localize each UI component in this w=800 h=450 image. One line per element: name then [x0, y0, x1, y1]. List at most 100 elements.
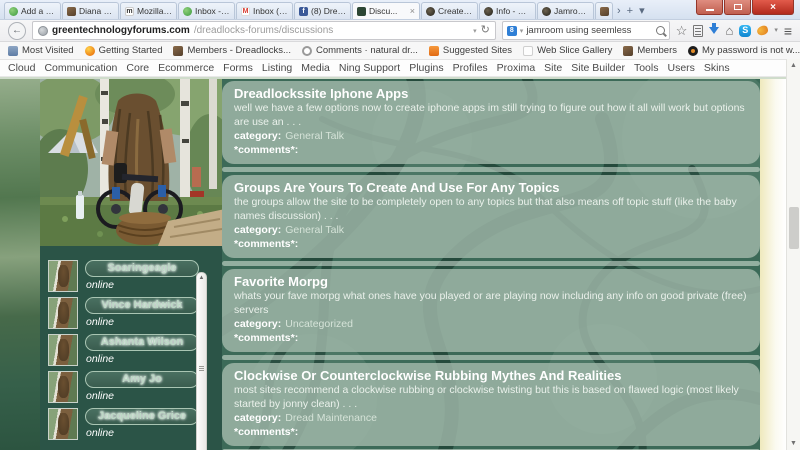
tab-jamroom[interactable]: Jamroom...	[537, 2, 594, 19]
tab-mozilla[interactable]: m Mozilla Fi...	[120, 2, 177, 19]
page-background-left	[0, 79, 40, 450]
tab-label: Jamroom...	[554, 6, 589, 16]
suggested-sites-icon	[428, 45, 439, 56]
soaringeagle-photo[interactable]	[40, 79, 225, 246]
menu-proxima[interactable]: Proxima	[497, 62, 536, 74]
user-avatar[interactable]	[48, 408, 78, 440]
url-dropdown-icon[interactable]: ▾	[473, 27, 477, 35]
menu-users[interactable]: Users	[667, 62, 694, 74]
menu-media[interactable]: Media	[301, 62, 330, 74]
tab-overflow-icon[interactable]: ›	[617, 6, 621, 17]
bookmark-label: Suggested Sites	[442, 45, 513, 56]
new-tab-button[interactable]: +	[627, 6, 633, 17]
all-tabs-icon[interactable]: ▾	[639, 6, 645, 17]
user-name-button[interactable]: Soaringeagle	[85, 260, 199, 277]
user-avatar[interactable]	[48, 334, 78, 366]
menu-skins[interactable]: Skins	[704, 62, 730, 74]
tab-inbox-n[interactable]: Inbox - N...	[178, 2, 235, 19]
scrollbar-grip-icon[interactable]	[199, 366, 204, 367]
menu-site-builder[interactable]: Site Builder	[571, 62, 625, 74]
bookmark-members-dreadlocks[interactable]: Members - Dreadlocks...	[173, 45, 291, 56]
menu-forms[interactable]: Forms	[223, 62, 253, 74]
tab-facebook-dreadlocks[interactable]: f (8) Dread...	[294, 2, 351, 19]
search-engine-caret-icon[interactable]: ▾	[520, 27, 524, 35]
hamburger-menu-icon[interactable]: ≡	[784, 24, 792, 38]
category-value[interactable]: Uncategorized	[285, 318, 353, 330]
bookmark-most-visited[interactable]: Most Visited	[8, 45, 74, 56]
skype-icon[interactable]: S	[739, 24, 752, 37]
photo-favicon-icon	[67, 6, 76, 16]
user-avatar[interactable]	[48, 371, 78, 403]
bookmark-getting-started[interactable]: Getting Started	[84, 45, 162, 56]
menu-core[interactable]: Core	[126, 62, 149, 74]
addon-icon[interactable]	[756, 24, 770, 37]
user-avatar[interactable]	[48, 260, 78, 292]
bookmark-star-icon[interactable]: ☆	[676, 24, 688, 37]
category-value[interactable]: Dread Maintenance	[285, 412, 377, 424]
search-value[interactable]: jamroom using seemless	[526, 25, 652, 36]
search-engine-icon[interactable]: 8	[506, 25, 517, 36]
bookmarks-menu-icon[interactable]	[693, 24, 704, 37]
search-icon[interactable]	[655, 26, 665, 35]
tab-create-n[interactable]: Create N...	[421, 2, 478, 19]
bookmark-members[interactable]: Members	[623, 45, 677, 56]
tab-partial[interactable]	[595, 2, 613, 19]
menu-site[interactable]: Site	[544, 62, 562, 74]
bookmark-my-password[interactable]: My password is not w...	[687, 45, 800, 56]
thread-card-clockwise[interactable]: Clockwise Or Counterclockwise Rubbing My…	[222, 363, 760, 446]
page-scrollbar[interactable]: ▲ ▼	[786, 59, 800, 450]
photo-icon	[623, 45, 634, 56]
bookmarks-bar: Most Visited Getting Started Members - D…	[0, 42, 800, 60]
bookmark-web-slice[interactable]: Web Slice Gallery	[523, 45, 612, 56]
bookmark-comments[interactable]: Comments · natural dr...	[301, 45, 418, 56]
menu-ning-support[interactable]: Ning Support	[339, 62, 400, 74]
tab-add-a-discussion[interactable]: Add a Dis...	[4, 2, 61, 19]
tab-inbox-gmail[interactable]: M Inbox (1,...	[236, 2, 293, 19]
thread-title[interactable]: Dreadlockssite Iphone Apps	[234, 86, 748, 102]
thread-card-favorite-morpg[interactable]: Favorite Morpg whats your fave morpg wha…	[222, 269, 760, 352]
scroll-up-icon[interactable]: ▲	[790, 62, 797, 69]
scrollbar-thumb[interactable]	[788, 207, 799, 249]
maximize-button[interactable]	[724, 0, 751, 15]
scroll-down-icon[interactable]: ▼	[790, 440, 797, 447]
category-value[interactable]: General Talk	[285, 130, 344, 142]
userlist-scrollbar[interactable]: ▲	[196, 272, 207, 450]
toolbar-caret-icon[interactable]: ▾	[774, 27, 778, 34]
home-icon[interactable]: ⌂	[725, 24, 733, 37]
search-input[interactable]: 8 ▾ jamroom using seemless	[501, 21, 670, 40]
tab-close-icon[interactable]: ×	[410, 6, 415, 16]
tab-info-pro[interactable]: Info - Pro...	[479, 2, 536, 19]
user-name-button[interactable]: Vince Hardwick	[85, 297, 199, 314]
menu-ecommerce[interactable]: Ecommerce	[158, 62, 214, 74]
menu-communication[interactable]: Communication	[44, 62, 117, 74]
tab-diana[interactable]: Diana Ior...	[62, 2, 119, 19]
downloads-icon[interactable]	[709, 22, 720, 39]
minimize-button[interactable]	[696, 0, 723, 15]
bookmark-suggested-sites[interactable]: Suggested Sites	[428, 45, 513, 56]
thread-title[interactable]: Groups Are Yours To Create And Use For A…	[234, 180, 748, 196]
menu-plugins[interactable]: Plugins	[409, 62, 443, 74]
url-bar[interactable]: greentechnologyforums.com /dreadlocks-fo…	[32, 21, 496, 40]
tab-discussions-active[interactable]: Discu... ×	[352, 2, 420, 19]
menu-listing[interactable]: Listing	[262, 62, 292, 74]
user-name-button[interactable]: Jacqueline Grice	[85, 408, 199, 425]
menu-profiles[interactable]: Profiles	[453, 62, 488, 74]
user-avatar[interactable]	[48, 297, 78, 329]
user-name-button[interactable]: Ashanta Wilson	[85, 334, 199, 351]
back-button[interactable]: ←	[8, 21, 26, 40]
close-button[interactable]: ×	[752, 0, 794, 15]
menu-cloud[interactable]: Cloud	[8, 62, 35, 74]
thread-card-groups[interactable]: Groups Are Yours To Create And Use For A…	[222, 175, 760, 258]
thread-card-iphone-apps[interactable]: Dreadlockssite Iphone Apps well we have …	[222, 81, 760, 164]
scroll-up-icon[interactable]: ▲	[199, 275, 205, 281]
user-name-button[interactable]: Amy Jo	[85, 371, 199, 388]
page-background-right	[760, 79, 786, 450]
dark-camera-icon	[687, 45, 698, 56]
menu-tools[interactable]: Tools	[634, 62, 659, 74]
thread-title[interactable]: Clockwise Or Counterclockwise Rubbing My…	[234, 368, 748, 384]
category-value[interactable]: General Talk	[285, 224, 344, 236]
thread-title[interactable]: Favorite Morpg	[234, 274, 748, 290]
user-status: online	[86, 279, 115, 291]
reload-icon[interactable]: ↻	[481, 25, 490, 36]
thread-category-row: category: Dread Maintenance	[234, 411, 748, 425]
